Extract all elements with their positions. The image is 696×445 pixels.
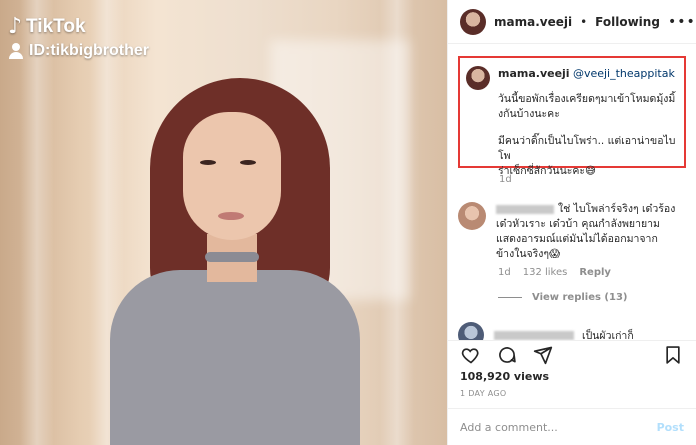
comment-line: เด๋วหัวเราะ เด๋วบ้า คุณกำลังพยายาม [496, 218, 660, 230]
comment-likes[interactable]: 132 likes [523, 267, 568, 278]
bookmark-icon[interactable] [662, 344, 684, 366]
tiktok-id-watermark: ID:tikbigbrother [8, 42, 149, 60]
comment-line: แสดงอารมณ์แต่มันไม่ได้ออกมาจาก [496, 233, 658, 245]
tiktok-watermark: ♪ TikTok [8, 14, 86, 39]
post-timestamp: 1 DAY AGO [460, 389, 507, 398]
tiktok-id: ID:tikbigbrother [29, 42, 149, 59]
comment-line: ใช่ ไบโพล่าร์จริงๆ เด๋วร้อง [558, 203, 676, 215]
header-username[interactable]: mama.veeji [494, 15, 572, 29]
view-replies-label[interactable]: View replies (13) [532, 292, 628, 303]
post-panel: mama.veeji • Following ••• mama.veeji @v… [447, 0, 696, 445]
post-header: mama.veeji • Following ••• [448, 0, 696, 44]
action-bar [448, 340, 696, 368]
caption-text: mama.veeji @veeji_theappitak วันนี้ขอพัก… [498, 66, 676, 177]
comment-age: 1d [498, 267, 511, 278]
blurred-username[interactable] [496, 204, 554, 214]
view-count[interactable]: 108,920 views [460, 370, 549, 383]
view-replies-button[interactable]: View replies (13) [498, 292, 628, 303]
caption-line: มีคนว่าดิ๊กเป็นไบโพร่า.. แต่เอาน่าขอไบโพ [498, 135, 676, 162]
avatar[interactable] [466, 66, 490, 90]
eye [200, 160, 216, 165]
caption-line: งกันบ้างนะคะ [498, 108, 560, 120]
tiktok-brand: TikTok [26, 15, 86, 37]
divider [498, 297, 522, 298]
post-media[interactable]: ♪ TikTok ID:tikbigbrother [0, 0, 447, 445]
eye [240, 160, 256, 165]
comment-meta: 1d 132 likes Reply [498, 267, 611, 278]
caption-mention[interactable]: @veeji_theappitak [573, 67, 675, 80]
tiktok-note-icon: ♪ [8, 14, 23, 39]
add-comment-bar: Post [448, 408, 696, 445]
caption-line: ร่าเซ็กซี่สักวันนะคะ😅 [498, 165, 597, 177]
choker [205, 252, 259, 262]
face [183, 112, 281, 240]
comment-text: ใช่ ไบโพล่าร์จริงๆ เด๋วร้อง เด๋วหัวเราะ … [496, 202, 686, 262]
following-button[interactable]: Following [595, 15, 660, 29]
more-options-icon[interactable]: ••• [668, 14, 696, 30]
caption-line: วันนี้ขอพักเรื่องเครียดๆมาเข้าโหมดมุ้งมิ… [498, 93, 676, 105]
caption-username[interactable]: mama.veeji [498, 67, 570, 80]
comment-icon[interactable] [496, 344, 518, 366]
reply-button[interactable]: Reply [579, 267, 611, 278]
add-comment-input[interactable] [460, 420, 657, 434]
heart-icon[interactable] [460, 344, 482, 366]
top [110, 270, 360, 445]
avatar[interactable] [460, 8, 486, 35]
caption-date: 1d [499, 174, 512, 185]
comment-line: ข้างในจริงๆ😱 [496, 248, 561, 260]
share-icon[interactable] [532, 344, 554, 366]
blurred-username[interactable] [494, 330, 574, 340]
avatar[interactable] [458, 202, 486, 230]
comment: ใช่ ไบโพล่าร์จริงๆ เด๋วร้อง เด๋วหัวเราะ … [458, 202, 688, 262]
curtain-fold [20, 0, 54, 445]
post-button[interactable]: Post [657, 421, 684, 434]
caption-highlight: mama.veeji @veeji_theappitak วันนี้ขอพัก… [458, 56, 686, 177]
lips [218, 212, 244, 220]
separator-dot: • [580, 14, 588, 29]
person-icon [8, 43, 24, 59]
